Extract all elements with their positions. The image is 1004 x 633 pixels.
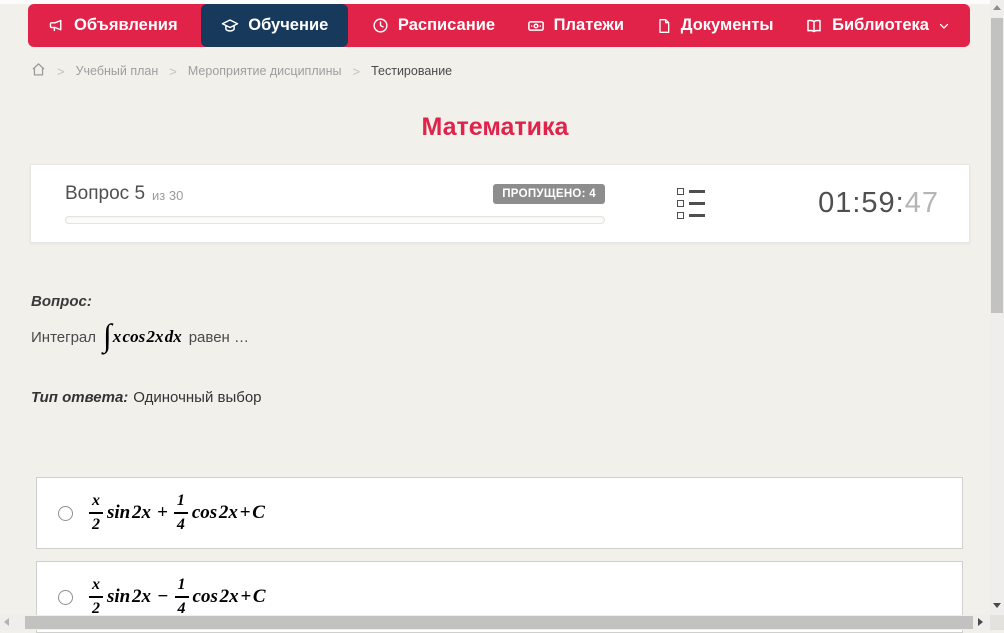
skipped-badge: ПРОПУЩЕНО: 4 <box>493 184 605 204</box>
nav-item-label: Расписание <box>397 16 496 34</box>
question-text-after: равен … <box>188 328 249 346</box>
breadcrumb-separator: > <box>169 63 177 79</box>
formula-term: sin 2x <box>107 502 151 523</box>
formula-term: cos 2x + C <box>191 502 265 523</box>
nav-item-label: Объявления <box>74 16 178 34</box>
breadcrumb-separator: > <box>352 63 361 79</box>
open-book-icon <box>805 17 823 35</box>
question-header-card: Вопрос 5 из 30 ПРОПУЩЕНО: 4 01:59:47 <box>30 164 970 243</box>
main-navbar: Объявления Обучение Расписание Платежи Д… <box>28 4 970 47</box>
page-title: Математика <box>421 113 569 141</box>
question-text: Интеграл ∫ x cos 2x dx равен … <box>31 318 249 356</box>
question-total: из 30 <box>152 187 184 203</box>
question-text-before: Интеграл <box>31 328 97 346</box>
answer-type-line: Тип ответа: Одиночный выбор <box>31 389 262 406</box>
document-icon <box>656 18 672 34</box>
nav-item-label: Библиотека <box>832 16 929 34</box>
nav-item-documents[interactable]: Документы <box>648 4 782 47</box>
timer-seconds: 47 <box>904 187 939 219</box>
nav-item-schedule[interactable]: Расписание <box>364 4 503 47</box>
breadcrumb-link-curriculum[interactable]: Учебный план <box>76 64 159 78</box>
clock-icon <box>372 17 389 34</box>
option-2-formula: x2 sin 2x − 14 cos 2x + C <box>89 576 266 617</box>
formula-operator: + <box>157 502 168 523</box>
radio-option-1[interactable] <box>58 505 73 521</box>
breadcrumb-link-discipline-event[interactable]: Мероприятие дисциплины <box>188 64 342 78</box>
breadcrumb: > Учебный план > Мероприятие дисциплины … <box>31 62 452 80</box>
chevron-down-icon <box>938 20 950 32</box>
timer: 01:59:47 <box>818 187 939 220</box>
integral-body: x cos 2x dx <box>112 327 182 346</box>
scrollbar-corner <box>990 615 1004 630</box>
nav-item-learning[interactable]: Обучение <box>201 4 349 47</box>
formula-term: sin 2x <box>107 586 151 607</box>
formula-term: cos 2x + C <box>192 586 266 607</box>
answer-type-value: Одиночный выбор <box>133 389 262 406</box>
nav-item-label: Документы <box>680 16 774 34</box>
question-progress-block: Вопрос 5 из 30 ПРОПУЩЕНО: 4 <box>65 183 605 224</box>
breadcrumb-current-testing: Тестирование <box>371 64 453 78</box>
banknote-icon <box>527 17 545 35</box>
question-list-icon[interactable] <box>677 188 705 219</box>
progress-bar <box>65 216 605 224</box>
fraction-numerator: x <box>89 492 103 514</box>
home-icon[interactable] <box>31 62 46 80</box>
vertical-scrollbar[interactable] <box>990 0 1004 615</box>
question-number: Вопрос 5 <box>65 183 146 204</box>
fraction-denominator: 2 <box>92 516 100 533</box>
timer-hours-minutes: 01:59: <box>818 187 905 219</box>
scroll-up-arrow-icon[interactable] <box>993 5 1001 10</box>
option-1-formula: x 2 sin 2x + 1 4 cos 2x + C <box>89 492 265 533</box>
vertical-scrollbar-thumb[interactable] <box>991 18 1003 313</box>
integral-formula: ∫ x cos 2x dx <box>103 317 182 353</box>
answer-option-1[interactable]: x 2 sin 2x + 1 4 cos 2x + C <box>36 477 963 549</box>
formula-operator: − <box>157 586 169 607</box>
fraction-numerator: x <box>89 576 103 598</box>
fraction-numerator: 1 <box>173 492 188 514</box>
nav-item-payments[interactable]: Платежи <box>519 4 632 47</box>
fraction-denominator: 4 <box>176 516 185 533</box>
fraction-numerator: 1 <box>174 576 189 598</box>
question-label: Вопрос: <box>31 293 92 310</box>
nav-item-label: Обучение <box>248 16 329 34</box>
radio-option-2[interactable] <box>58 589 73 605</box>
breadcrumb-separator: > <box>57 63 65 79</box>
nav-item-library[interactable]: Библиотека <box>797 4 958 47</box>
horizontal-scrollbar[interactable] <box>0 615 990 630</box>
nav-item-label: Платежи <box>553 16 625 34</box>
megaphone-icon <box>48 17 65 34</box>
scroll-right-arrow-icon[interactable] <box>978 618 983 626</box>
answer-type-label: Тип ответа: <box>31 389 129 406</box>
horizontal-scrollbar-thumb[interactable] <box>25 616 973 629</box>
nav-item-announcements[interactable]: Объявления <box>40 4 186 47</box>
scroll-down-arrow-icon[interactable] <box>993 603 1001 608</box>
graduation-cap-icon <box>221 17 239 35</box>
scroll-left-arrow-icon[interactable] <box>4 618 9 626</box>
